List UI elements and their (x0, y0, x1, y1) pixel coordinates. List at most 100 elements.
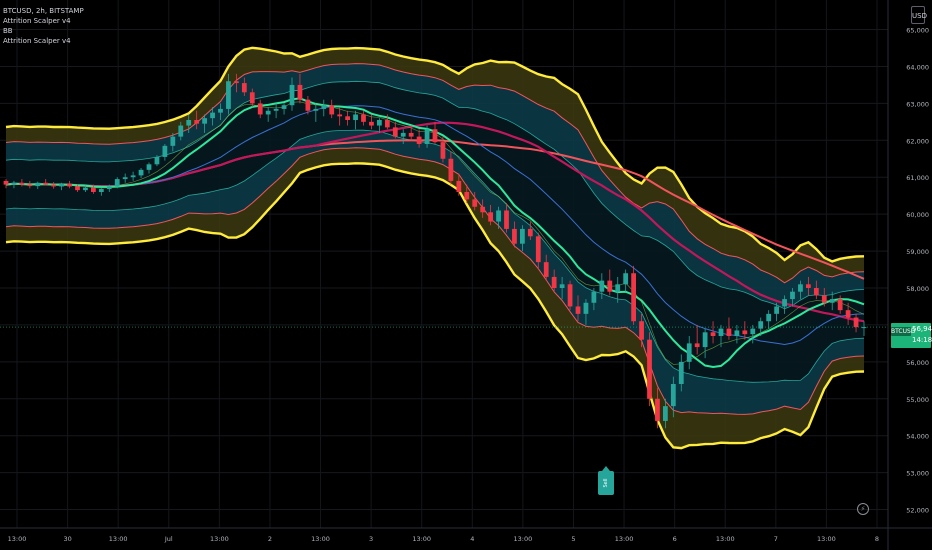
candle-body (218, 108, 223, 113)
candle-body (91, 187, 96, 192)
price-tag-time: 14:18 (912, 336, 932, 344)
candle-body (43, 182, 49, 185)
candle-body (408, 132, 414, 137)
candle-body (400, 132, 406, 137)
y-tick-label: 62,000 (906, 137, 929, 145)
candle-body (210, 112, 215, 119)
x-tick-label: 7 (774, 535, 778, 543)
candle-body (27, 184, 33, 187)
candle-body (265, 110, 271, 115)
lightning-icon[interactable]: ⚡ (857, 503, 869, 515)
candle-body (249, 92, 255, 104)
candle-body (829, 299, 835, 303)
price-tag-value: 56,941 (912, 325, 932, 333)
candle-body (758, 321, 764, 329)
x-tick-label: 13:00 (109, 535, 128, 543)
candle-body (480, 206, 486, 213)
sell-signal-label: Sell (598, 466, 614, 495)
candle-body (718, 328, 724, 336)
x-tick-label: Jul (164, 535, 173, 543)
candle-body (19, 182, 25, 185)
candle-body (138, 169, 144, 176)
candle-body (289, 84, 295, 106)
candle-body (861, 327, 867, 329)
candle-body (345, 116, 350, 120)
candle-body (774, 306, 779, 314)
candle-body (337, 114, 343, 117)
candle-body (194, 120, 200, 124)
candle-body (742, 330, 748, 335)
candle-body (496, 210, 501, 222)
candle-body (432, 129, 438, 143)
time-axis[interactable]: 13:00 30 13:00 Jul 13:00 2 13:00 3 13:00 4 13:00 5 1… (8, 535, 879, 543)
candle-body (162, 145, 168, 157)
candle-body (226, 81, 231, 109)
candle-body (186, 120, 192, 126)
candle-body (782, 299, 787, 307)
candle-body (273, 108, 279, 111)
candle-body (51, 184, 57, 187)
candle-body (361, 114, 366, 122)
candle-body (806, 284, 811, 288)
candle-body (655, 398, 660, 421)
x-tick-label: 13:00 (817, 535, 836, 543)
candle-body (639, 321, 644, 340)
candle-body (83, 187, 88, 191)
candle-body (678, 361, 684, 384)
candle-body (694, 343, 700, 348)
x-tick-label: 13:00 (311, 535, 330, 543)
candle-body (766, 313, 772, 322)
y-tick-label: 55,000 (906, 396, 929, 404)
candle-body (67, 183, 72, 187)
candle-body (607, 280, 613, 292)
candle-body (837, 299, 843, 311)
candle-body (543, 262, 549, 277)
y-tick-label: 61,000 (906, 174, 929, 182)
candle-body (154, 156, 160, 165)
candle-body (202, 118, 207, 124)
candle-body (734, 330, 740, 336)
x-tick-label: 2 (268, 535, 272, 543)
current-price-tag: BTCUSD 56,941 14:18 (891, 323, 932, 348)
candle-body (663, 406, 668, 421)
y-tick-label: 58,000 (906, 285, 929, 293)
candle-body (257, 103, 263, 115)
candle-body (615, 284, 621, 292)
candle-body (472, 199, 478, 207)
y-tick-label: 59,000 (906, 248, 929, 256)
y-tick-label: 64,000 (906, 63, 929, 71)
y-tick-label: 65,000 (906, 27, 929, 35)
candle-body (631, 273, 636, 322)
candle-body (798, 284, 803, 292)
candle-body (35, 182, 41, 187)
legend-indicator-2[interactable]: BB (3, 26, 84, 36)
candle-body (98, 189, 104, 192)
candle-body (114, 179, 120, 187)
currency-button[interactable]: USD (911, 6, 927, 24)
candle-body (75, 186, 80, 191)
candle-body (670, 384, 676, 407)
price-chart[interactable]: 52,00053,00054,00055,00056,00057,00058,0… (0, 0, 932, 550)
candle-body (702, 332, 708, 348)
candle-body (170, 136, 176, 146)
candle-body (520, 228, 525, 244)
legend-indicator-3[interactable]: Attrition Scalper v4 (3, 36, 84, 46)
candle-body (623, 273, 629, 285)
candle-body (369, 121, 374, 126)
x-tick-label: 8 (875, 535, 879, 543)
y-tick-label: 63,000 (906, 100, 929, 108)
y-tick-label: 56,000 (906, 359, 929, 367)
y-tick-label: 54,000 (906, 433, 929, 441)
candle-body (710, 332, 716, 336)
legend-indicator-1[interactable]: Attrition Scalper v4 (3, 16, 84, 26)
candle-body (853, 317, 859, 328)
price-tag-symbol: BTCUSD (891, 327, 916, 336)
legend-symbol[interactable]: BTCUSD, 2h, BITSTAMP (3, 6, 84, 16)
candle-body (448, 158, 454, 181)
candle-body (416, 136, 422, 144)
candle-body (686, 343, 692, 362)
candle-body (3, 180, 9, 185)
chart-legend: BTCUSD, 2h, BITSTAMP Attrition Scalper v… (3, 6, 84, 46)
x-tick-label: 13:00 (615, 535, 634, 543)
candle-body (241, 83, 247, 93)
